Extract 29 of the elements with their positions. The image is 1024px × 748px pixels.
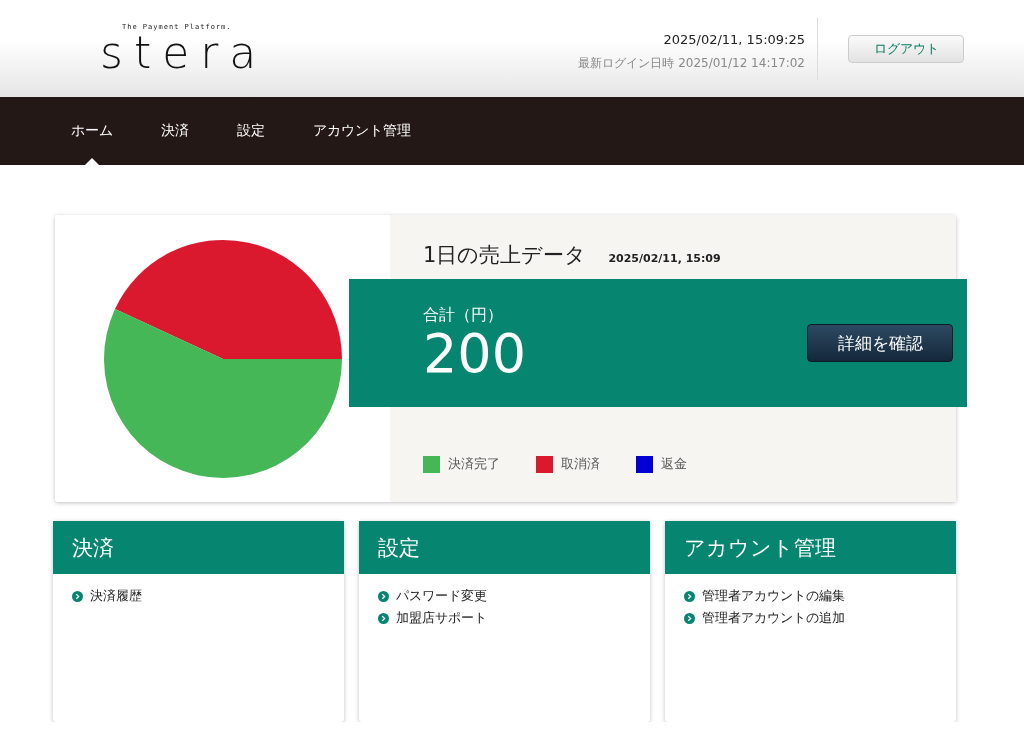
panel-link[interactable]: 決済履歴 xyxy=(90,587,142,605)
chevron-bullet-icon xyxy=(378,590,389,602)
chevron-bullet-icon xyxy=(684,590,695,602)
last-login-text: 最新ログイン日時 2025/01/12 14:17:02 xyxy=(578,54,805,72)
sales-timestamp: 2025/02/11, 15:09 xyxy=(608,252,721,265)
logo[interactable]: stera xyxy=(100,30,268,75)
nav-tab[interactable]: 決済 xyxy=(141,97,209,165)
panel-title: 設定 xyxy=(359,521,650,574)
panel-link[interactable]: パスワード変更 xyxy=(396,587,487,605)
total-amount: 200 xyxy=(423,325,527,382)
sales-title: 1日の売上データ xyxy=(423,242,587,269)
panel-title: 決済 xyxy=(53,521,344,574)
detail-button[interactable]: 詳細を確認 xyxy=(807,324,953,362)
current-datetime: 2025/02/11, 15:09:25 xyxy=(663,31,805,47)
chevron-bullet-icon xyxy=(378,612,389,624)
panel-link[interactable]: 管理者アカウントの編集 xyxy=(702,587,845,605)
nav-tab[interactable]: アカウント管理 xyxy=(293,97,431,165)
legend-label: 取消済 xyxy=(561,455,600,473)
nav-tab[interactable]: 設定 xyxy=(217,97,285,165)
chevron-bullet-icon xyxy=(684,612,695,624)
panel-link[interactable]: 加盟店サポート xyxy=(396,609,487,627)
panel-title: アカウント管理 xyxy=(665,521,956,574)
legend-label: 決済完了 xyxy=(448,455,500,473)
total-label: 合計（円） xyxy=(423,304,504,326)
panel-link[interactable]: 管理者アカウントの追加 xyxy=(702,609,845,627)
nav-tab[interactable]: ホーム xyxy=(51,97,133,165)
legend-label: 返金 xyxy=(661,455,687,473)
chevron-bullet-icon xyxy=(72,590,83,602)
logout-button[interactable]: ログアウト xyxy=(848,34,964,63)
